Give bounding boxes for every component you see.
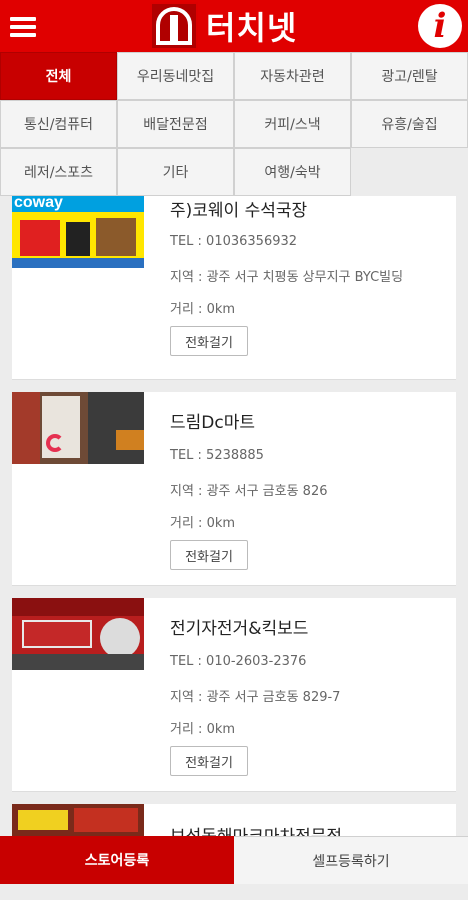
store-card[interactable]: 전기자전거&킥보드 TEL : 010-2603-2376 지역 : 광주 서구…: [12, 598, 456, 792]
store-name: 주)코웨이 수석국장: [170, 201, 308, 221]
logo-mark-icon: [150, 2, 198, 50]
menu-icon[interactable]: [10, 17, 36, 37]
category-tab-delivery[interactable]: 배달전문점: [117, 100, 234, 148]
store-tel: TEL : 5238885: [170, 448, 264, 463]
call-button[interactable]: 전화걸기: [170, 746, 248, 776]
store-distance: 거리 : 0km: [170, 516, 236, 531]
app-header: 터치넷 i: [0, 0, 468, 52]
category-tab-etc[interactable]: 기타: [117, 148, 234, 196]
category-tab-auto[interactable]: 자동차관련: [234, 52, 351, 100]
store-name: 드림Dc마트: [170, 413, 255, 433]
coway-logo: coway: [14, 196, 63, 211]
app-title: 터치넷: [206, 9, 298, 47]
store-tel: TEL : 010-2603-2376: [170, 654, 307, 669]
bottom-bar: 스토어등록 셀프등록하기: [0, 836, 468, 884]
store-card[interactable]: 드림Dc마트 TEL : 5238885 지역 : 광주 서구 금호동 826 …: [12, 392, 456, 586]
self-register-button[interactable]: 셀프등록하기: [234, 836, 468, 884]
store-distance: 거리 : 0km: [170, 722, 236, 737]
store-register-button[interactable]: 스토어등록: [0, 836, 234, 884]
store-card[interactable]: coway 주)코웨이 수석국장 TEL : 01036356932 지역 : …: [12, 196, 456, 380]
store-thumbnail: [12, 392, 144, 464]
category-tab-telecom[interactable]: 통신/컴퓨터: [0, 100, 117, 148]
category-tab-coffee[interactable]: 커피/스낵: [234, 100, 351, 148]
call-button[interactable]: 전화걸기: [170, 326, 248, 356]
category-tab-local-food[interactable]: 우리동네맛집: [117, 52, 234, 100]
category-tab-travel[interactable]: 여행/숙박: [234, 148, 351, 196]
call-button[interactable]: 전화걸기: [170, 540, 248, 570]
store-distance: 거리 : 0km: [170, 302, 236, 317]
category-tab-leisure[interactable]: 레저/스포츠: [0, 148, 117, 196]
category-tab-bar[interactable]: 유흥/술집: [351, 100, 468, 148]
store-tel: TEL : 01036356932: [170, 234, 298, 249]
store-thumbnail: [12, 804, 144, 836]
store-name: 전기자전거&킥보드: [170, 619, 309, 639]
info-icon[interactable]: i: [418, 4, 462, 48]
app-logo: 터치넷: [150, 0, 297, 52]
store-card[interactable]: 보성동해마크마차전문점: [12, 804, 456, 836]
store-area: 지역 : 광주 서구 치평동 상무지구 BYC빌딩: [170, 270, 404, 285]
store-area: 지역 : 광주 서구 금호동 826: [170, 484, 328, 499]
store-thumbnail: coway: [12, 196, 144, 268]
store-thumbnail: [12, 598, 144, 670]
category-tab-all[interactable]: 전체: [0, 52, 117, 100]
store-name: 보성동해마크마차전문점: [170, 822, 342, 836]
store-area: 지역 : 광주 서구 금호동 829-7: [170, 690, 341, 705]
store-list[interactable]: coway 주)코웨이 수석국장 TEL : 01036356932 지역 : …: [12, 196, 456, 836]
category-tab-ad-rental[interactable]: 광고/렌탈: [351, 52, 468, 100]
